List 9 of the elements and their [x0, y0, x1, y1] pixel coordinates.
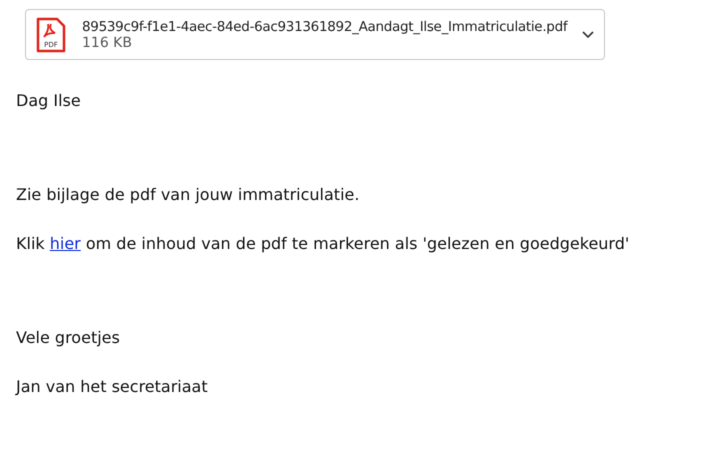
attachment-filename: 89539c9f-f1e1-4aec-84ed-6ac931361892_Aandagt_Ilse_Immatriculatie.pdf: [82, 18, 566, 34]
message-paragraph: Vele groetjes: [16, 327, 121, 349]
message-paragraph: Zie bijlage de pdf van jouw immatriculatie.: [16, 184, 360, 206]
message-paragraph: Dag Ilse: [16, 90, 82, 112]
chevron-down-icon[interactable]: [582, 30, 594, 38]
message-paragraph: Jan van het secretariaat: [16, 376, 209, 398]
attachment-size: 116 KB: [82, 34, 133, 50]
message-paragraph: Klik hier om de inhoud van de pdf te markeren als 'gelezen en goedgekeurd': [16, 233, 630, 255]
here-link[interactable]: hier: [50, 234, 81, 253]
